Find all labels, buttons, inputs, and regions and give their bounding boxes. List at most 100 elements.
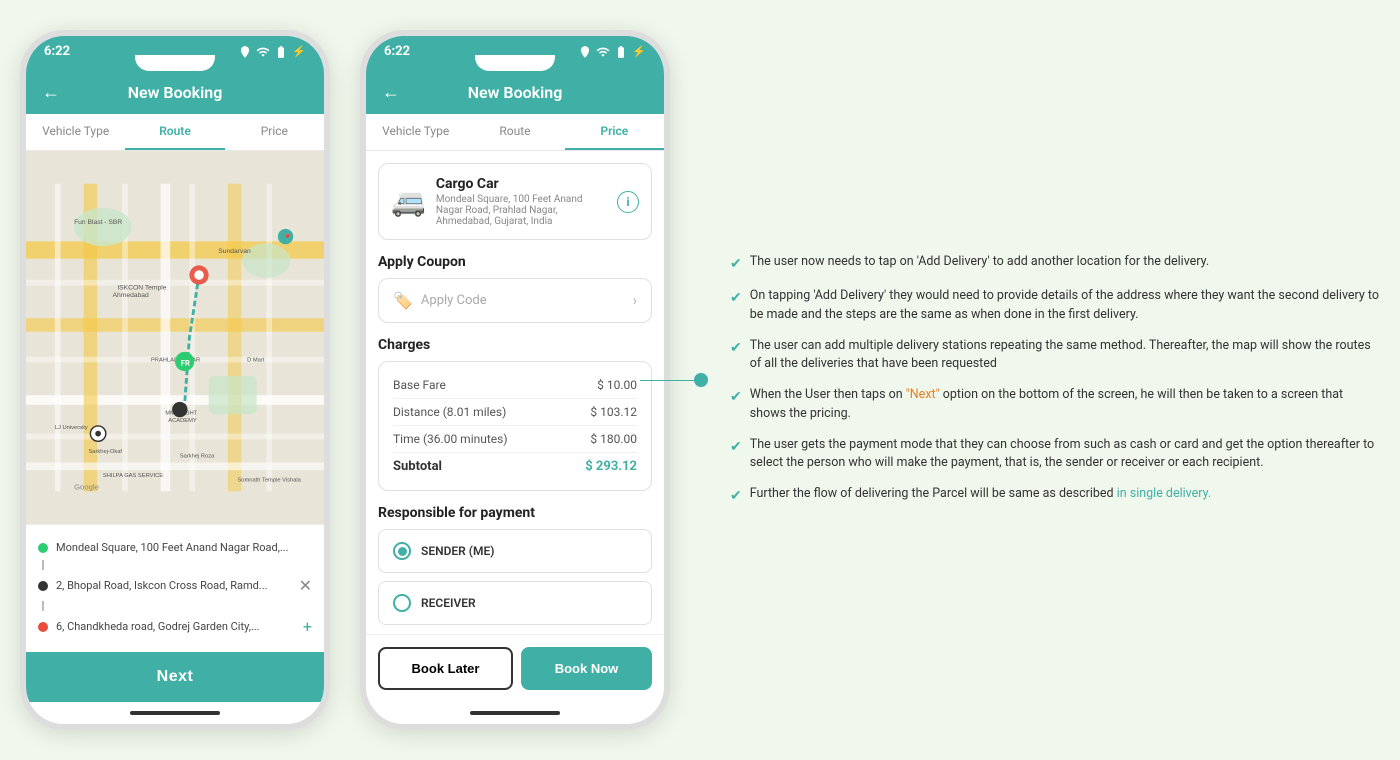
distance-amount: $ 103.12 <box>590 405 637 419</box>
back-button-2[interactable]: ← <box>382 82 400 103</box>
book-now-button[interactable]: Book Now <box>521 647 652 690</box>
cargo-address: Mondeal Square, 100 Feet Anand Nagar Roa… <box>436 194 607 227</box>
annotation-text-3: The user can add multiple delivery stati… <box>750 337 1380 375</box>
dashed-line-1 <box>42 560 44 570</box>
annotation-3: ✔ The user can add multiple delivery sta… <box>730 337 1380 375</box>
page-title-2: New Booking <box>468 83 563 102</box>
home-indicator-1 <box>130 711 220 715</box>
home-bar-1 <box>26 702 324 724</box>
next-button[interactable]: Next <box>26 652 324 702</box>
subtotal-label: Subtotal <box>393 459 442 474</box>
page-title-1: New Booking <box>128 83 223 102</box>
charge-row-time: Time (36.00 minutes) $ 180.00 <box>393 426 637 453</box>
bolt-icon-2: ⚡ <box>632 45 646 58</box>
svg-text:Ahmedabad: Ahmedabad <box>113 292 149 299</box>
notch-bar-1 <box>26 63 324 73</box>
svg-text:Sundarvan: Sundarvan <box>218 248 251 255</box>
cargo-details: Cargo Car Mondeal Square, 100 Feet Anand… <box>436 176 607 227</box>
back-button-1[interactable]: ← <box>42 82 60 103</box>
tab-vehicle-type-2[interactable]: Vehicle Type <box>366 114 465 150</box>
radio-receiver <box>393 594 411 612</box>
coupon-section-title: Apply Coupon <box>378 254 652 270</box>
cargo-car-icon: 🚐 <box>391 185 426 218</box>
location-text-3: 6, Chandkheda road, Godrej Garden City,.… <box>56 620 295 633</box>
radio-sender-fill <box>398 547 407 556</box>
location-text-1: Mondeal Square, 100 Feet Anand Nagar Roa… <box>56 541 312 554</box>
app-header-2: ← New Booking <box>366 73 664 114</box>
annotation-5: ✔ The user gets the payment mode that th… <box>730 436 1380 474</box>
svg-text:Google: Google <box>74 482 99 491</box>
battery-icon <box>274 45 288 59</box>
add-delivery-button[interactable]: + <box>303 617 312 636</box>
check-icon-1: ✔ <box>730 254 742 275</box>
sender-label: SENDER (ME) <box>421 544 494 558</box>
home-bar-2 <box>366 702 664 724</box>
map-area: Fun Blast - SBR ISKCON Temple Ahmedabad … <box>26 151 324 524</box>
annotation-text-5: The user gets the payment mode that they… <box>750 436 1380 474</box>
annotation-text-2: On tapping 'Add Delivery' they would nee… <box>750 287 1380 325</box>
battery-icon-2 <box>614 45 628 59</box>
charges-section-title: Charges <box>378 337 652 353</box>
charges-box: Base Fare $ 10.00 Distance (8.01 miles) … <box>378 361 652 491</box>
annotation-connector-line <box>640 380 700 381</box>
book-later-button[interactable]: Book Later <box>378 647 513 690</box>
phone-1: 6:22 ⚡ ← New Booking Vehicle Type Route … <box>20 30 330 730</box>
annotation-1: ✔ The user now needs to tap on 'Add Deli… <box>730 253 1380 275</box>
dot-black <box>38 581 48 591</box>
coupon-icon: 🏷️ <box>393 291 413 310</box>
annotation-4: ✔ When the User then taps on "Next" opti… <box>730 386 1380 424</box>
tab-price-2[interactable]: Price <box>565 114 664 150</box>
svg-text:ACADEMY: ACADEMY <box>168 418 197 424</box>
payment-option-receiver[interactable]: RECEIVER <box>378 581 652 625</box>
charge-row-subtotal: Subtotal $ 293.12 <box>393 453 637 480</box>
svg-text:FR: FR <box>181 358 190 367</box>
check-icon-5: ✔ <box>730 437 742 458</box>
dashed-line-2 <box>42 601 44 611</box>
svg-text:Fun Blast - SBR: Fun Blast - SBR <box>74 219 122 226</box>
annotation-panel: ✔ The user now needs to tap on 'Add Deli… <box>700 233 1380 527</box>
location-list: Mondeal Square, 100 Feet Anand Nagar Roa… <box>26 524 324 652</box>
tab-route-1[interactable]: Route <box>125 114 224 150</box>
cargo-card: 🚐 Cargo Car Mondeal Square, 100 Feet Ana… <box>378 163 652 240</box>
apply-code-text: Apply Code <box>421 293 625 308</box>
annotation-text-4: When the User then taps on "Next" option… <box>750 386 1380 424</box>
check-icon-3: ✔ <box>730 338 742 359</box>
status-icons-1: ⚡ <box>238 45 306 59</box>
payment-section-title: Responsible for payment <box>378 505 652 521</box>
svg-text:D Mart: D Mart <box>247 358 265 364</box>
tab-price-1[interactable]: Price <box>225 114 324 150</box>
radio-sender <box>393 542 411 560</box>
apply-coupon-box[interactable]: 🏷️ Apply Code › <box>378 278 652 323</box>
location-row-2: 2, Bhopal Road, Iskcon Cross Road, Ramd.… <box>38 570 312 601</box>
svg-text:SHILPA GAS SERVICE: SHILPA GAS SERVICE <box>103 473 163 479</box>
charge-row-base: Base Fare $ 10.00 <box>393 372 637 399</box>
wifi-icon <box>256 45 270 59</box>
tab-vehicle-type-1[interactable]: Vehicle Type <box>26 114 125 150</box>
map-svg: Fun Blast - SBR ISKCON Temple Ahmedabad … <box>26 151 324 524</box>
base-fare-label: Base Fare <box>393 378 446 392</box>
subtotal-amount: $ 293.12 <box>585 459 637 474</box>
bolt-icon: ⚡ <box>292 45 306 58</box>
notch-1 <box>135 55 215 71</box>
dot-red <box>38 622 48 632</box>
tab-bar-1: Vehicle Type Route Price <box>26 114 324 151</box>
coupon-arrow-icon: › <box>633 293 637 309</box>
dot-green <box>38 543 48 553</box>
svg-text:📍: 📍 <box>283 233 293 242</box>
cargo-name: Cargo Car <box>436 176 607 192</box>
info-button[interactable]: i <box>617 191 639 213</box>
location-row-1: Mondeal Square, 100 Feet Anand Nagar Roa… <box>38 535 312 560</box>
tab-route-2[interactable]: Route <box>465 114 564 150</box>
svg-text:ISKCON Temple: ISKCON Temple <box>117 284 166 291</box>
home-indicator-2 <box>470 711 560 715</box>
check-icon-6: ✔ <box>730 486 742 507</box>
notch-2 <box>475 55 555 71</box>
time-2: 6:22 <box>384 44 410 59</box>
annotation-text-1: The user now needs to tap on 'Add Delive… <box>750 253 1380 272</box>
annotation-2: ✔ On tapping 'Add Delivery' they would n… <box>730 287 1380 325</box>
time-1: 6:22 <box>44 44 70 59</box>
payment-option-sender[interactable]: SENDER (ME) <box>378 529 652 573</box>
time-label: Time (36.00 minutes) <box>393 432 508 446</box>
status-icons-2: ⚡ <box>578 45 646 59</box>
remove-location-button[interactable]: ✕ <box>299 576 312 595</box>
